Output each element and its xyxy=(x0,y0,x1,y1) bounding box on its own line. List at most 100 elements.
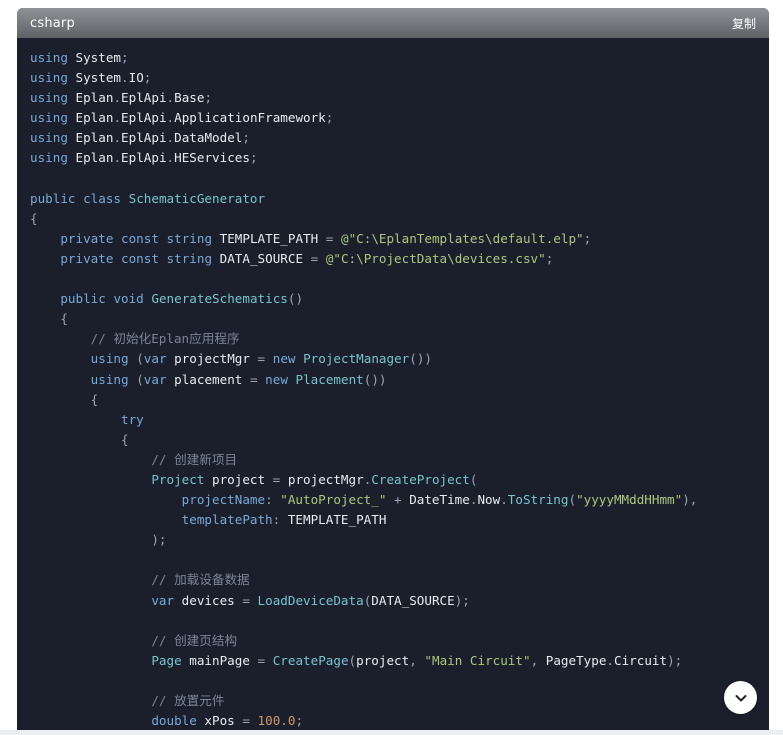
page-bottom-edge xyxy=(0,730,783,735)
code-token: private xyxy=(60,250,114,266)
code-token: ); xyxy=(454,592,470,608)
code-token: @"C:\EplanTemplates\default.elp" xyxy=(340,230,584,246)
code-line: using System.IO; xyxy=(30,68,769,88)
code-token: System xyxy=(75,70,122,86)
code-line: // 加载设备数据 xyxy=(30,570,769,590)
code-line: private const string DATA_SOURCE = @"C:\… xyxy=(30,249,769,269)
code-line: projectName: "AutoProject_" + DateTime.N… xyxy=(30,490,769,510)
code-line: using Eplan.EplApi.Base; xyxy=(30,88,769,108)
code-token: using xyxy=(30,130,68,146)
code-token: private xyxy=(60,230,114,246)
code-token: TEMPLATE_PATH xyxy=(219,230,319,246)
code-token: Page xyxy=(151,652,182,668)
code-token: // 初始化Eplan应用程序 xyxy=(90,331,240,347)
code-line: var devices = LoadDeviceData(DATA_SOURCE… xyxy=(30,591,769,611)
code-line: using Eplan.EplApi.HEServices; xyxy=(30,148,769,168)
code-token: + xyxy=(394,492,402,508)
code-token: ); xyxy=(151,532,167,548)
code-line: using (var placement = new Placement()) xyxy=(30,370,769,390)
code-token: . xyxy=(121,70,129,86)
code-line: ​ xyxy=(30,169,769,189)
code-token: using xyxy=(30,70,68,86)
code-token: new xyxy=(272,351,296,367)
code-token: Eplan xyxy=(75,90,114,106)
code-token: using xyxy=(30,90,68,106)
code-token: GenerateSchematics xyxy=(151,291,288,307)
code-token: LoadDeviceData xyxy=(257,592,364,608)
code-token: HEServices xyxy=(174,150,250,166)
code-line: Project project = projectMgr.CreateProje… xyxy=(30,470,769,490)
code-body[interactable]: using System; using System.IO; using Eplan… xyxy=(30,48,769,735)
code-token: , xyxy=(409,652,417,668)
code-token: ; xyxy=(121,50,129,65)
code-token: = xyxy=(257,351,266,367)
code-token: // 创建页结构 xyxy=(151,632,238,648)
code-token: using xyxy=(90,371,129,387)
code-token: System xyxy=(75,50,122,65)
code-token: DATA_SOURCE xyxy=(371,592,455,608)
code-line: { xyxy=(30,209,769,229)
code-token: ProjectManager xyxy=(303,351,410,367)
code-token: @"C:\ProjectData\devices.csv" xyxy=(325,250,546,266)
code-token: () xyxy=(287,291,304,307)
code-token: EplApi xyxy=(121,90,167,106)
code-line: templatePath: TEMPLATE_PATH xyxy=(30,510,769,530)
scroll-down-button[interactable] xyxy=(724,681,757,714)
code-token: ); xyxy=(667,652,683,668)
code-token: try xyxy=(121,411,144,427)
code-line: try xyxy=(30,410,769,430)
copy-button[interactable]: 复制 xyxy=(732,15,756,32)
code-token: const xyxy=(121,230,159,246)
code-line: { xyxy=(30,390,769,410)
code-token: ; xyxy=(143,70,152,86)
code-line: public void GenerateSchematics() xyxy=(30,289,769,309)
code-token: { xyxy=(60,311,68,327)
code-token: { xyxy=(90,391,99,407)
code-line: // 创建新项目 xyxy=(30,450,769,470)
code-token: using xyxy=(30,50,68,65)
code-token: const xyxy=(121,250,159,266)
code-block: csharp 复制 using System; using System.IO; u… xyxy=(17,8,769,735)
code-line: private const string TEMPLATE_PATH = @"C… xyxy=(30,229,769,249)
code-token: ()) xyxy=(409,351,432,367)
code-token: Base xyxy=(174,90,205,106)
code-token: ToString xyxy=(507,492,569,508)
code-line: using Eplan.EplApi.ApplicationFramework; xyxy=(30,108,769,128)
code-token: var xyxy=(143,371,167,387)
code-token: DateTime xyxy=(409,492,470,508)
code-token: PageType xyxy=(545,652,607,668)
language-label: csharp xyxy=(30,15,75,31)
code-token: double xyxy=(151,713,197,729)
code-token: : xyxy=(265,492,273,508)
code-token: projectMgr xyxy=(174,351,250,367)
code-token: Eplan xyxy=(75,130,114,146)
code-token: projectMgr xyxy=(287,471,364,487)
code-token: EplApi xyxy=(121,110,167,126)
